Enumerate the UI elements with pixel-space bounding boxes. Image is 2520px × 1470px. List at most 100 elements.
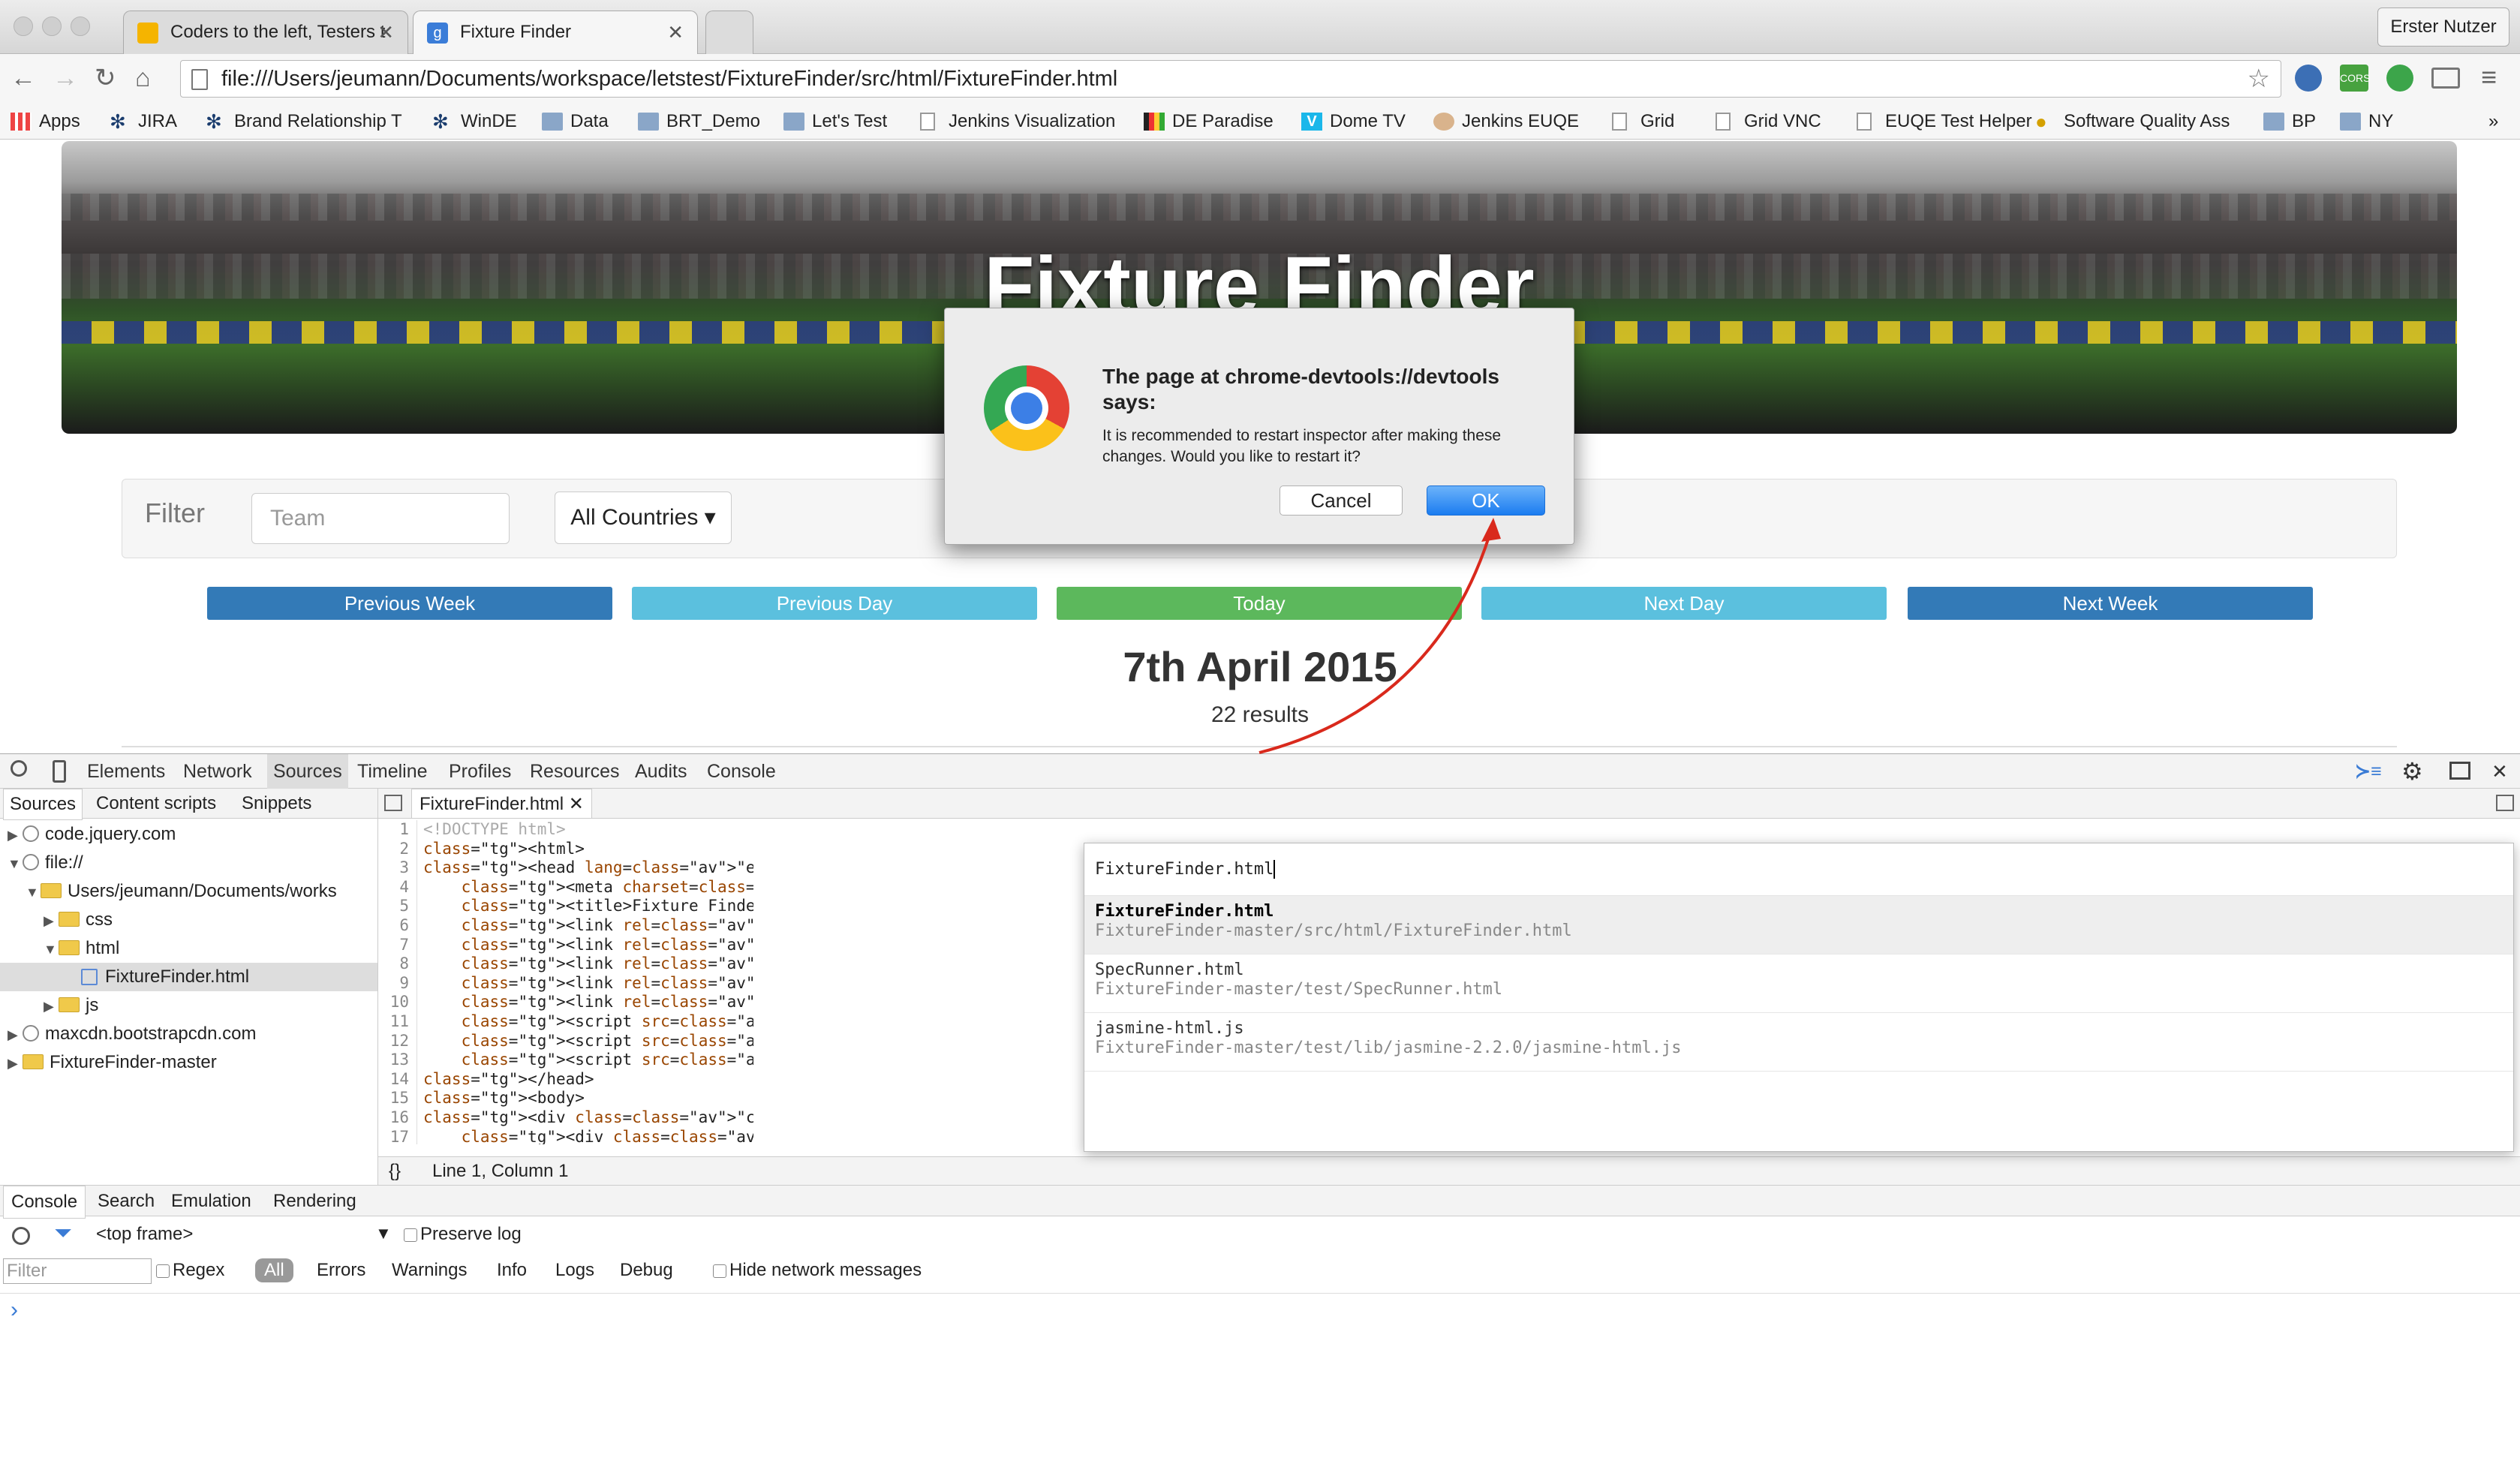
address-bar[interactable]: file:///Users/jeumann/Documents/workspac… — [180, 60, 2281, 98]
level-errors[interactable]: Errors — [317, 1260, 365, 1281]
line-number[interactable]: 10 — [378, 993, 417, 1012]
quick-open-result[interactable]: FixtureFinder.html FixtureFinder-master/… — [1084, 896, 2513, 954]
bookmark-software-quality[interactable]: ● Software Quality Ass — [2035, 108, 2230, 135]
tab-timeline[interactable]: Timeline — [357, 754, 428, 789]
clear-console-icon[interactable] — [12, 1227, 30, 1245]
tree-item-fixturefinder-master[interactable]: ▶ FixtureFinder-master — [8, 1048, 217, 1078]
preserve-log-checkbox[interactable]: Preserve log — [404, 1224, 522, 1245]
level-info[interactable]: Info — [497, 1260, 527, 1281]
menu-icon[interactable]: ≡ — [2481, 62, 2497, 93]
drawer-tab-search[interactable]: Search — [98, 1186, 155, 1217]
reload-icon[interactable]: ↻ — [95, 63, 116, 93]
close-window-icon[interactable] — [14, 17, 33, 36]
toggle-debugger-icon[interactable] — [2496, 795, 2514, 811]
extension-globe-icon[interactable] — [2295, 65, 2322, 92]
tree-item-css[interactable]: ▶ css — [44, 906, 113, 935]
team-input[interactable]: Team — [251, 493, 510, 544]
line-number[interactable]: 12 — [378, 1031, 417, 1051]
tree-item-file-origin[interactable]: ▼ file:// — [8, 849, 83, 878]
bookmark-star-icon[interactable]: ☆ — [2248, 61, 2270, 97]
line-number[interactable]: 2 — [378, 839, 417, 859]
line-number[interactable]: 16 — [378, 1108, 417, 1128]
quick-open-result[interactable]: SpecRunner.html FixtureFinder-master/tes… — [1084, 954, 2513, 1013]
close-devtools-icon[interactable]: ✕ — [2491, 754, 2508, 789]
back-icon[interactable]: ← — [11, 63, 36, 93]
tab-profiles[interactable]: Profiles — [449, 754, 511, 789]
expand-arrow-icon[interactable]: ▶ — [44, 906, 59, 935]
subtab-content-scripts[interactable]: Content scripts — [96, 789, 216, 819]
code-lines[interactable]: 1 <!DOCTYPE html> 2 class="tg"><html> 3 class… — [378, 820, 753, 1144]
expand-arrow-icon[interactable]: ▶ — [8, 821, 23, 849]
today-button[interactable]: Today — [1057, 587, 1462, 620]
drawer-tab-emulation[interactable]: Emulation — [171, 1186, 251, 1217]
extension-d-icon[interactable] — [2386, 65, 2413, 92]
profile-button[interactable]: Erster Nutzer — [2377, 8, 2509, 47]
cast-icon[interactable] — [2431, 68, 2460, 89]
forward-icon[interactable]: → — [53, 63, 78, 93]
line-number[interactable]: 6 — [378, 915, 417, 936]
close-tab-icon[interactable]: ✕ — [377, 11, 394, 53]
tree-item-code-jquery[interactable]: ▶ code.jquery.com — [8, 820, 176, 849]
inspect-search-icon[interactable] — [11, 760, 27, 777]
frame-selector[interactable]: <top frame> — [96, 1224, 193, 1245]
editor-tab-file[interactable]: FixtureFinder.html ✕ — [411, 789, 592, 819]
line-number[interactable]: 1 — [378, 820, 417, 840]
tab-audits[interactable]: Audits — [635, 754, 687, 789]
drawer-tab-rendering[interactable]: Rendering — [273, 1186, 356, 1217]
bookmark-ny[interactable]: NY — [2340, 108, 2393, 135]
next-day-button[interactable]: Next Day — [1481, 587, 1887, 620]
tree-item-js[interactable]: ▶ js — [44, 991, 98, 1021]
expand-arrow-icon[interactable]: ▶ — [8, 1021, 23, 1049]
line-number[interactable]: 7 — [378, 935, 417, 955]
expand-arrow-icon[interactable]: ▶ — [8, 1049, 23, 1078]
bookmark-jenkins-visualization[interactable]: Jenkins Visualization — [920, 108, 1115, 135]
line-number[interactable]: 4 — [378, 877, 417, 897]
subtab-snippets[interactable]: Snippets — [242, 789, 311, 819]
close-tab-icon[interactable]: ✕ — [569, 794, 584, 814]
more-bookmarks-icon[interactable]: » — [2488, 108, 2498, 135]
collapse-arrow-icon[interactable]: ▼ — [26, 878, 41, 906]
level-warnings[interactable]: Warnings — [392, 1260, 467, 1281]
bookmark-grid-vnc[interactable]: Grid VNC — [1716, 108, 1821, 135]
level-debug[interactable]: Debug — [620, 1260, 673, 1281]
ok-button[interactable]: OK — [1427, 485, 1545, 516]
tab-sources[interactable]: Sources — [267, 754, 348, 789]
line-number[interactable]: 5 — [378, 897, 417, 916]
zoom-window-icon[interactable] — [71, 17, 90, 36]
regex-checkbox[interactable]: Regex — [156, 1260, 224, 1281]
level-all[interactable]: All — [255, 1258, 293, 1282]
bookmark-jenkins-euqe[interactable]: Jenkins EUQE — [1433, 108, 1579, 135]
bookmark-bp[interactable]: BP — [2263, 108, 2316, 135]
pretty-print-button[interactable]: {} — [389, 1157, 401, 1186]
line-number[interactable]: 17 — [378, 1127, 417, 1144]
browser-tab-2[interactable]: g Fixture Finder ✕ — [413, 11, 698, 54]
bookmark-data[interactable]: Data — [542, 108, 609, 135]
drawer-tab-console[interactable]: Console — [3, 1186, 86, 1219]
line-number[interactable]: 11 — [378, 1012, 417, 1032]
previous-day-button[interactable]: Previous Day — [632, 587, 1037, 620]
minimize-window-icon[interactable] — [42, 17, 62, 36]
tab-network[interactable]: Network — [183, 754, 252, 789]
tree-item-fixturefinder-html[interactable]: FixtureFinder.html — [0, 963, 377, 991]
bookmark-euqe-test-helper[interactable]: EUQE Test Helper — [1857, 108, 2032, 135]
tab-elements[interactable]: Elements — [87, 754, 165, 789]
filter-funnel-icon[interactable]: ⏷ — [54, 1221, 72, 1246]
quick-open-input[interactable]: FixtureFinder.html — [1084, 843, 2513, 896]
previous-week-button[interactable]: Previous Week — [207, 587, 612, 620]
collapse-arrow-icon[interactable]: ▼ — [8, 849, 23, 878]
expand-arrow-icon[interactable]: ▶ — [44, 992, 59, 1021]
close-tab-icon[interactable]: ✕ — [667, 11, 684, 53]
browser-tab-1[interactable]: Coders to the left, Testers t ✕ — [123, 11, 408, 54]
bookmark-lets-test[interactable]: Let's Test — [783, 108, 887, 135]
tab-console[interactable]: Console — [707, 754, 776, 789]
bookmark-apps[interactable]: Apps — [11, 108, 80, 135]
tree-item-html[interactable]: ▼ html — [44, 934, 119, 963]
tree-item-maxcdn[interactable]: ▶ maxcdn.bootstrapcdn.com — [8, 1020, 256, 1049]
home-icon[interactable]: ⌂ — [135, 63, 151, 93]
line-number[interactable]: 8 — [378, 954, 417, 974]
device-mode-icon[interactable] — [53, 760, 66, 783]
cancel-button[interactable]: Cancel — [1280, 485, 1403, 516]
new-tab-button[interactable] — [705, 11, 753, 54]
tab-resources[interactable]: Resources — [530, 754, 620, 789]
frame-dropdown-icon[interactable]: ▼ — [375, 1224, 392, 1243]
